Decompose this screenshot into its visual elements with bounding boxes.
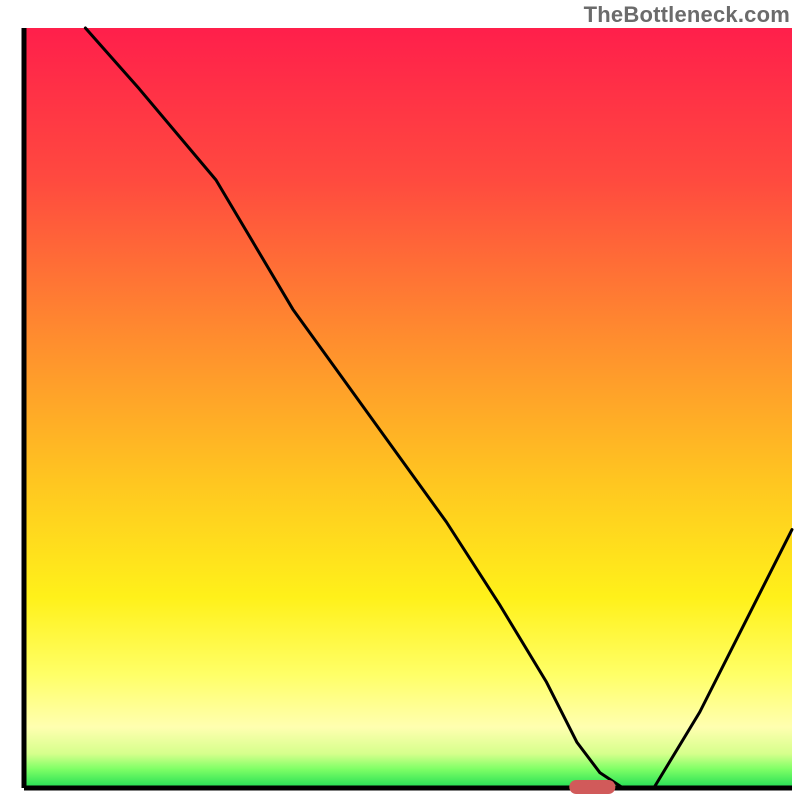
- plot-background: [24, 28, 792, 788]
- attribution-label: TheBottleneck.com: [584, 2, 790, 28]
- chart-container: TheBottleneck.com: [0, 0, 800, 800]
- bottleneck-chart: [0, 0, 800, 800]
- ideal-zone-marker: [569, 780, 615, 794]
